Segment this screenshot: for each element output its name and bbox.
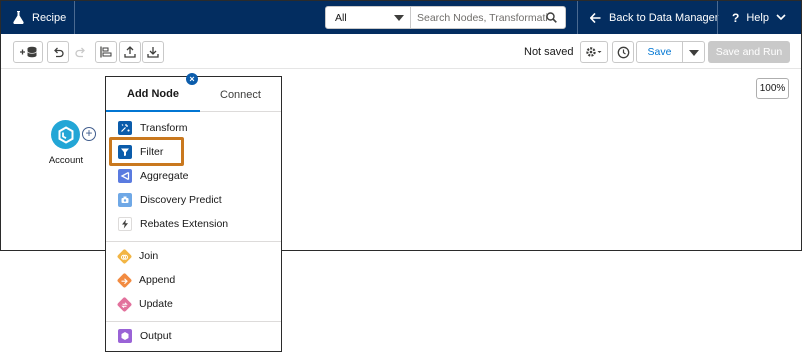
arrow-left-icon — [590, 12, 601, 23]
node-option-append[interactable]: Append — [116, 271, 176, 289]
zoom-level-button[interactable]: 100% — [756, 78, 789, 99]
back-to-data-manager-link[interactable]: Back to Data Manager — [590, 1, 718, 34]
undo-button[interactable] — [47, 41, 69, 63]
header-divider — [74, 1, 75, 34]
add-input-data-button[interactable] — [13, 41, 43, 63]
undo-icon — [53, 47, 64, 57]
node-option-label: Join — [139, 250, 159, 262]
node-option-label: Transform — [140, 122, 188, 134]
menu-divider — [106, 321, 281, 322]
app-brand: Recipe — [13, 1, 66, 34]
node-option-discovery-predict[interactable]: Discovery Predict — [118, 191, 222, 209]
search-scope-value: All — [335, 11, 347, 24]
chevron-down-icon — [776, 14, 786, 21]
filter-highlight-frame — [109, 137, 184, 166]
add-node-plus-button[interactable]: + — [82, 127, 96, 141]
node-search-combobox: All — [325, 6, 566, 29]
help-label: Help — [746, 11, 769, 24]
node-option-label: Append — [139, 274, 176, 286]
search-input[interactable] — [417, 11, 547, 24]
node-option-label: Discovery Predict — [140, 194, 222, 206]
header-divider — [717, 1, 718, 34]
save-button[interactable]: Save — [636, 41, 683, 63]
add-node-popover: Add Node Connect Transform Filter Aggreg… — [105, 76, 282, 352]
node-option-label: Aggregate — [140, 170, 189, 182]
clock-icon — [617, 46, 629, 58]
gear-icon — [586, 47, 602, 57]
app-title: Recipe — [32, 11, 67, 24]
node-option-output[interactable]: Output — [118, 327, 172, 345]
node-option-rebates-extension[interactable]: Rebates Extension — [118, 215, 228, 233]
chevron-down-icon — [394, 15, 404, 21]
download-icon — [147, 47, 159, 58]
tab-add-node[interactable]: Add Node — [106, 77, 200, 112]
recipe-toolbar: Not saved Save Save and Run — [1, 34, 801, 69]
question-icon: ? — [732, 10, 740, 25]
back-label: Back to Data Manager — [609, 11, 719, 24]
account-node-icon[interactable] — [51, 120, 80, 149]
save-options-button[interactable] — [682, 41, 705, 63]
discovery-predict-icon — [118, 193, 132, 207]
align-icon — [100, 46, 112, 58]
node-option-update[interactable]: Update — [116, 295, 173, 313]
transform-icon — [118, 121, 132, 135]
recipe-app: Recipe All Search Nodes, Transformations… — [0, 0, 802, 353]
node-option-label: Output — [140, 330, 172, 342]
node-option-aggregate[interactable]: Aggregate — [118, 167, 188, 185]
redo-icon — [74, 47, 85, 57]
save-status: Not saved — [524, 46, 574, 58]
input-node-icon — [58, 125, 73, 144]
search-field-wrap — [411, 7, 565, 28]
upload-icon — [124, 46, 136, 58]
node-option-label: Update — [139, 298, 173, 310]
update-icon — [116, 296, 133, 312]
redo-button[interactable] — [70, 41, 90, 63]
align-nodes-button[interactable] — [95, 41, 117, 63]
add-data-icon — [20, 46, 37, 58]
search-scope-select[interactable]: All — [326, 7, 411, 28]
join-icon — [116, 248, 133, 264]
close-icon[interactable]: × — [186, 73, 198, 85]
flask-icon — [13, 11, 24, 24]
download-button[interactable] — [142, 41, 164, 63]
menu-divider — [106, 241, 281, 242]
output-icon — [118, 329, 132, 343]
help-menu[interactable]: ? Help — [732, 1, 786, 34]
header-divider — [577, 1, 578, 34]
upload-button[interactable] — [119, 41, 141, 63]
node-option-transform[interactable]: Transform — [118, 119, 187, 137]
save-and-run-button[interactable]: Save and Run — [708, 41, 790, 63]
tab-connect[interactable]: Connect — [200, 77, 281, 112]
history-button[interactable] — [612, 41, 634, 63]
node-label: Account — [48, 155, 84, 166]
append-icon — [116, 272, 133, 288]
header-bar: Recipe All Search Nodes, Transformations… — [1, 1, 801, 34]
lightning-icon — [118, 217, 132, 231]
search-icon — [546, 12, 557, 23]
node-option-label: Rebates Extension — [140, 218, 229, 230]
settings-menu-button[interactable] — [580, 41, 608, 63]
node-option-join[interactable]: Join — [116, 247, 159, 265]
aggregate-icon — [118, 169, 132, 183]
